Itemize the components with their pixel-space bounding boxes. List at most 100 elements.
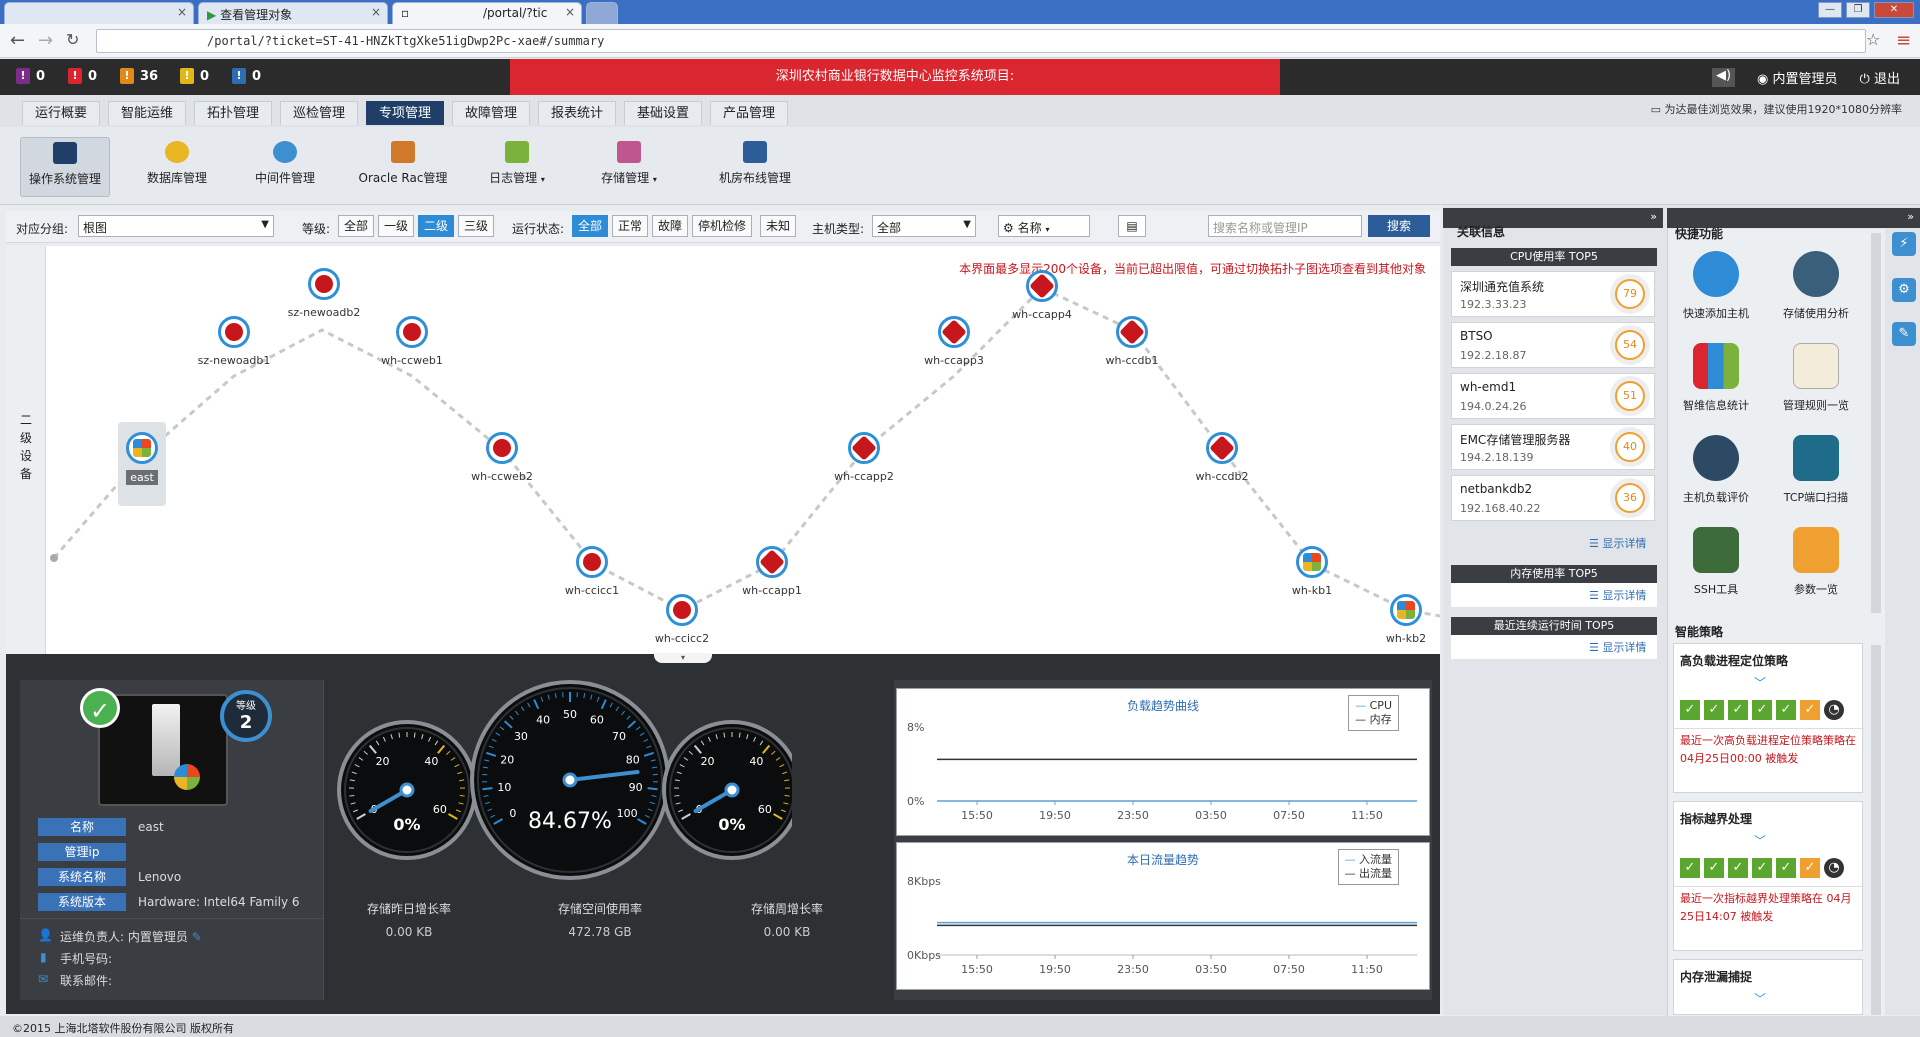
tab-report[interactable]: 报表统计 xyxy=(538,101,617,125)
search-button[interactable]: 搜索 xyxy=(1368,215,1430,237)
topology-node[interactable]: sz-newoadb2 xyxy=(279,268,369,319)
alert-banner[interactable]: 深圳农村商业银行数据中心监控系统项目: xyxy=(510,59,1280,95)
cpu-detail-link[interactable]: ☰ 显示详情 xyxy=(1589,535,1646,551)
logout-button[interactable]: ⏻ 退出 xyxy=(1860,68,1900,87)
strategy-card[interactable]: 内存泄漏捕捉 ﹀ xyxy=(1673,959,1863,1015)
topology-node[interactable]: wh-ccicc1 xyxy=(547,546,637,597)
sort-dropdown[interactable]: ⚙ 名称 ▾ xyxy=(998,215,1090,237)
tab-product[interactable]: 产品管理 xyxy=(710,101,789,125)
cpu-top-item[interactable]: netbankdb2 192.168.40.22 36 xyxy=(1451,475,1655,521)
subnav-middleware[interactable]: 中间件管理 xyxy=(240,137,330,197)
minimize-icon[interactable]: — xyxy=(1818,2,1842,18)
alarm-count-major[interactable]: ! 0 xyxy=(68,68,97,84)
strategy-card[interactable]: 高负载进程定位策略 ﹀ ✓ ✓ ✓ ✓ ✓ ✓ ◔ 最近一次高负载进程定位策略策略在 04月… xyxy=(1673,643,1864,793)
new-tab-button[interactable] xyxy=(586,2,618,24)
search-input[interactable]: 搜索名称或管理IP xyxy=(1208,215,1362,237)
status-unknown[interactable]: 未知 xyxy=(760,215,797,237)
level-all[interactable]: 全部 xyxy=(338,215,375,237)
tab-overview[interactable]: 运行概要 xyxy=(22,101,101,125)
topology-node[interactable]: wh-ccdb1 xyxy=(1087,316,1177,367)
status-all[interactable]: 全部 xyxy=(572,215,609,237)
quick-ssh[interactable]: SSH工具 xyxy=(1671,527,1761,597)
browser-tab-3[interactable]: ▫ /portal/?tic × xyxy=(392,2,582,24)
topology-node[interactable]: wh-ccweb1 xyxy=(367,316,457,367)
cpu-top-item[interactable]: EMC存储管理服务器 194.2.18.139 40 xyxy=(1451,424,1655,470)
quick-load-eval[interactable]: 主机负载评价 xyxy=(1671,435,1761,505)
tab-special[interactable]: 专项管理 xyxy=(366,101,445,125)
alarm-count-critical[interactable]: ! 0 xyxy=(16,68,45,84)
back-icon[interactable]: ← xyxy=(10,30,25,51)
menu-icon[interactable]: ≡ xyxy=(1896,30,1911,51)
alarm-count-minor[interactable]: ! 36 xyxy=(120,68,158,84)
alarm-count-warning[interactable]: ! 0 xyxy=(180,68,209,84)
group-select[interactable]: 根图 ▼ xyxy=(78,215,274,237)
subnav-os[interactable]: 操作系统管理 xyxy=(20,137,110,197)
subnav-cabling[interactable]: 机房布线管理 xyxy=(700,137,810,197)
topology-node[interactable]: wh-ccdb2 xyxy=(1177,432,1267,483)
cpu-top-item[interactable]: BTSO 192.2.18.87 54 xyxy=(1451,322,1655,368)
expand-icon[interactable]: » xyxy=(1907,210,1914,223)
side-settings-icon[interactable]: ⚙ xyxy=(1892,278,1916,302)
expand-icon[interactable]: » xyxy=(1650,210,1657,223)
reload-icon[interactable]: ↻ xyxy=(66,30,79,49)
quick-rules[interactable]: 管理规则一览 xyxy=(1771,343,1861,413)
cpu-top-item[interactable]: 深圳通充值系统 192.3.33.23 79 xyxy=(1451,271,1655,317)
topology-node[interactable]: wh-ccapp1 xyxy=(727,546,817,597)
browser-tab-2[interactable]: ▶ 查看管理对象 × xyxy=(198,2,388,24)
restore-icon[interactable]: ❐ xyxy=(1846,2,1870,18)
host-type-select[interactable]: 全部 ▼ xyxy=(872,215,976,237)
topology-node[interactable]: wh-kb2 xyxy=(1361,594,1451,645)
status-maintenance[interactable]: 停机检修 xyxy=(692,215,753,237)
window-close-icon[interactable]: ✕ xyxy=(1874,2,1914,18)
strategy-card[interactable]: 指标越界处理 ﹀ ✓ ✓ ✓ ✓ ✓ ✓ ◔ 最近一次指标越界处理策略在 04月25日14:… xyxy=(1673,801,1864,951)
level-1[interactable]: 一级 xyxy=(378,215,415,237)
topology-node[interactable]: wh-ccicc2 xyxy=(637,594,727,645)
star-icon[interactable]: ☆ xyxy=(1866,30,1880,49)
quick-params[interactable]: 参数一览 xyxy=(1771,527,1861,597)
close-icon[interactable]: × xyxy=(371,5,381,19)
view-toggle-icon[interactable]: ▤ xyxy=(1118,215,1146,237)
tab-settings[interactable]: 基础设置 xyxy=(624,101,703,125)
side-lightning-icon[interactable]: ⚡ xyxy=(1892,232,1916,256)
topology-node[interactable]: wh-ccapp2 xyxy=(819,432,909,483)
subnav-db[interactable]: 数据库管理 xyxy=(132,137,222,197)
mem-detail-link[interactable]: ☰ 显示详情 xyxy=(1589,587,1646,603)
forward-icon[interactable]: → xyxy=(38,30,53,51)
quick-port-scan[interactable]: TCP端口扫描 xyxy=(1771,435,1861,505)
quick-add-host[interactable]: 快速添加主机 xyxy=(1671,251,1761,321)
quick-storage-analysis[interactable]: 存储使用分析 xyxy=(1771,251,1861,321)
side-tool-icon[interactable]: ✎ xyxy=(1892,322,1916,346)
browser-tab-1[interactable]: × xyxy=(4,2,194,24)
level-2[interactable]: 二级 xyxy=(418,215,455,237)
level-3[interactable]: 三级 xyxy=(458,215,495,237)
topology-node[interactable]: wh-ccapp3 xyxy=(909,316,999,367)
alarm-count-info[interactable]: ! 0 xyxy=(232,68,261,84)
quick-scrollbar[interactable] xyxy=(1871,233,1881,613)
subnav-log[interactable]: 日志管理 ▾ xyxy=(472,137,562,197)
cpu-top-item[interactable]: wh-emd1 194.0.24.26 51 xyxy=(1451,373,1655,419)
close-icon[interactable]: × xyxy=(177,5,187,19)
uptime-detail-link[interactable]: ☰ 显示详情 xyxy=(1589,639,1646,655)
tab-fault[interactable]: 故障管理 xyxy=(452,101,531,125)
user-menu[interactable]: ◉ 内置管理员 xyxy=(1757,68,1838,87)
tab-topology[interactable]: 拓扑管理 xyxy=(194,101,273,125)
sound-icon[interactable]: ◀) xyxy=(1711,68,1736,87)
topology-node[interactable]: wh-ccapp4 xyxy=(997,270,1087,321)
tab-smart-ops[interactable]: 智能运维 xyxy=(108,101,187,125)
gauge-scale-label: 60 xyxy=(433,803,447,816)
subnav-oracle[interactable]: Oracle Rac管理 xyxy=(348,137,458,197)
topology-node[interactable]: wh-ccweb2 xyxy=(457,432,547,483)
tab-inspection[interactable]: 巡检管理 xyxy=(280,101,359,125)
contact-icon[interactable]: ✎ xyxy=(192,930,202,944)
url-input[interactable]: /portal/?ticket=ST-41-HNZkTtgXke51igDwp2… xyxy=(96,29,1866,53)
collapse-toggle[interactable]: ▾ xyxy=(654,653,712,663)
close-icon[interactable]: × xyxy=(565,5,575,19)
strategy-scrollbar[interactable] xyxy=(1871,645,1881,1015)
topology-node[interactable]: east xyxy=(97,432,187,485)
subnav-storage[interactable]: 存储管理 ▾ xyxy=(584,137,674,197)
quick-info-stats[interactable]: 智维信息统计 xyxy=(1671,343,1761,413)
status-normal[interactable]: 正常 xyxy=(612,215,649,237)
topology-node[interactable]: sz-newoadb1 xyxy=(189,316,279,367)
topology-node[interactable]: wh-kb1 xyxy=(1267,546,1357,597)
status-fault[interactable]: 故障 xyxy=(652,215,689,237)
